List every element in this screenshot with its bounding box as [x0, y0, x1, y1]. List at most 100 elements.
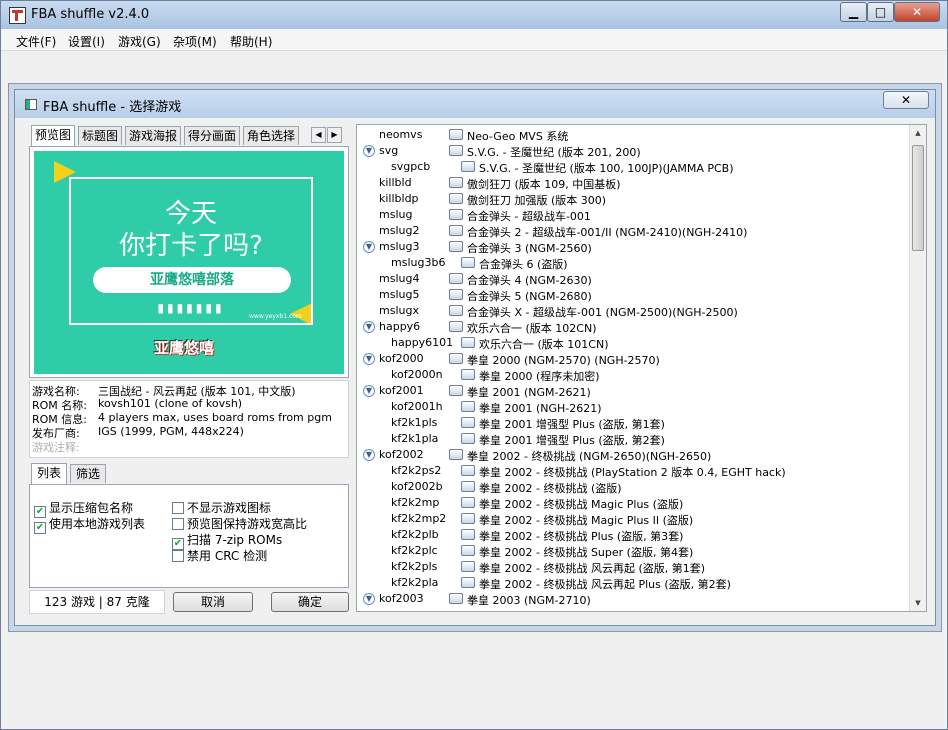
game-row[interactable]: mslug 合金弹头 - 超级战车-001: [357, 207, 909, 223]
menu-settings[interactable]: 设置(I): [68, 33, 105, 50]
disk-icon: [449, 449, 463, 460]
menu-misc[interactable]: 杂项(M): [173, 33, 217, 50]
game-row[interactable]: kof2002b 拳皇 2002 - 终极挑战 (盗版): [357, 479, 909, 495]
game-row[interactable]: ▼ svg S.V.G. - 圣魔世纪 (版本 201, 200): [357, 143, 909, 159]
menu-help[interactable]: 帮助(H): [230, 33, 272, 50]
disk-icon: [461, 481, 475, 492]
menu-game[interactable]: 游戏(G): [118, 33, 161, 50]
game-row[interactable]: kf2k1pla 拳皇 2001 增强型 Plus (盗版, 第2套): [357, 431, 909, 447]
minimize-button[interactable]: ▁: [840, 2, 867, 22]
tab-character[interactable]: 角色选择: [243, 126, 299, 145]
expand-toggle-icon[interactable]: ▼: [363, 145, 375, 157]
option-keep-aspect-ratio[interactable]: 预览图保持游戏宽高比: [172, 515, 307, 531]
rom-name: kof2000n: [391, 368, 443, 381]
game-row[interactable]: kf2k2pla 拳皇 2002 - 终极挑战 风云再起 Plus (盗版, 第2…: [357, 575, 909, 591]
dialog-close-button[interactable]: ✕: [883, 91, 929, 109]
menu-file[interactable]: 文件(F): [16, 33, 56, 50]
tab-poster[interactable]: 游戏海报: [125, 126, 181, 145]
game-row[interactable]: ▼ happy6 欢乐六合一 (版本 102CN): [357, 319, 909, 335]
game-title: 拳皇 2001 (NGH-2621): [479, 402, 602, 415]
maximize-button[interactable]: □: [867, 2, 894, 22]
game-row[interactable]: kf2k2pls 拳皇 2002 - 终极挑战 风云再起 (盗版, 第1套): [357, 559, 909, 575]
checkbox[interactable]: [172, 518, 184, 530]
game-row[interactable]: killbld 傲剑狂刀 (版本 109, 中国基板): [357, 175, 909, 191]
tab-title[interactable]: 标题图: [78, 126, 122, 145]
game-row[interactable]: mslug3b6 合金弹头 6 (盗版): [357, 255, 909, 271]
rom-name: kf2k2pla: [391, 576, 439, 589]
expand-toggle-icon[interactable]: ▼: [363, 449, 375, 461]
rom-name: mslug4: [379, 272, 420, 285]
scroll-up-arrow[interactable]: ▲: [910, 125, 926, 141]
game-row[interactable]: mslug5 合金弹头 5 (NGM-2680): [357, 287, 909, 303]
rom-name: svg: [379, 144, 399, 157]
dialog-title-bar[interactable]: FBA shuffle - 选择游戏 ✕: [15, 90, 935, 118]
tab-list[interactable]: 列表: [31, 463, 67, 484]
window-title: FBA shuffle v2.4.0: [31, 7, 150, 22]
game-row[interactable]: mslug2 合金弹头 2 - 超级战车-001/II (NGM-2410)(NG…: [357, 223, 909, 239]
checkbox[interactable]: ✔: [34, 522, 46, 534]
tab-filter[interactable]: 筛选: [70, 464, 106, 483]
list-scrollbar[interactable]: ▲ ▼: [909, 125, 926, 611]
preview-panel: 今天 你打卡了吗? 亚鹰悠嘻部落 ▮▮▮▮▮▮▮ www.yeyxb1.com …: [29, 146, 349, 378]
game-row[interactable]: killbldp 傲剑狂刀 加强版 (版本 300): [357, 191, 909, 207]
game-row[interactable]: ▼ mslug3 合金弹头 3 (NGM-2560): [357, 239, 909, 255]
ok-button[interactable]: 确定: [271, 592, 349, 612]
game-list[interactable]: neomvs Neo-Geo MVS 系统 ▼ svg S.V.G. - 圣魔世纪 (版…: [356, 124, 927, 612]
checkbox[interactable]: [172, 502, 184, 514]
game-row[interactable]: kof2001h 拳皇 2001 (NGH-2621): [357, 399, 909, 415]
main-title-bar[interactable]: FBA shuffle v2.4.0 ▁ □ ✕: [1, 1, 947, 29]
option-label: 显示压缩包名称: [49, 501, 134, 515]
game-row[interactable]: svgpcb S.V.G. - 圣魔世纪 (版本 100, 100JP)(JAMM…: [357, 159, 909, 175]
game-row[interactable]: kf2k2plc 拳皇 2002 - 终极挑战 Super (盗版, 第4套): [357, 543, 909, 559]
rom-name: svgpcb: [391, 160, 431, 173]
close-button[interactable]: ✕: [894, 2, 940, 22]
game-title: Neo-Geo MVS 系统: [467, 130, 569, 143]
disk-icon: [449, 145, 463, 156]
game-row[interactable]: mslug4 合金弹头 4 (NGM-2630): [357, 271, 909, 287]
game-row[interactable]: kf2k1pls 拳皇 2001 增强型 Plus (盗版, 第1套): [357, 415, 909, 431]
expand-toggle-icon[interactable]: ▼: [363, 593, 375, 605]
game-row[interactable]: kf2k2ps2 拳皇 2002 - 终极挑战 (PlayStation 2 版本…: [357, 463, 909, 479]
game-row[interactable]: ▼ kof2000 拳皇 2000 (NGM-2570) (NGH-2570): [357, 351, 909, 367]
option-hide-game-icons[interactable]: 不显示游戏图标: [172, 499, 271, 515]
game-title: 拳皇 2001 增强型 Plus (盗版, 第2套): [479, 434, 665, 447]
checkbox[interactable]: [172, 550, 184, 562]
option-scan-7zip[interactable]: ✔ 扫描 7-zip ROMs: [172, 531, 282, 550]
disk-icon: [461, 545, 475, 556]
game-row[interactable]: ▼ kof2002 拳皇 2002 - 终极挑战 (NGM-2650)(NGH-26…: [357, 447, 909, 463]
rom-name: kf2k2ps2: [391, 464, 442, 477]
expand-toggle-icon[interactable]: ▼: [363, 385, 375, 397]
expand-toggle-icon[interactable]: ▼: [363, 321, 375, 333]
expand-toggle-icon[interactable]: ▼: [363, 353, 375, 365]
game-row[interactable]: kf2k2plb 拳皇 2002 - 终极挑战 Plus (盗版, 第3套): [357, 527, 909, 543]
scroll-down-arrow[interactable]: ▼: [910, 595, 926, 611]
game-row[interactable]: ▼ kof2001 拳皇 2001 (NGM-2621): [357, 383, 909, 399]
game-row[interactable]: kf2k2mp 拳皇 2002 - 终极挑战 Magic Plus (盗版): [357, 495, 909, 511]
option-local-game-list[interactable]: ✔ 使用本地游戏列表: [34, 515, 145, 534]
tab-scroll-left[interactable]: ◀: [311, 127, 326, 143]
game-row[interactable]: happy6101 欢乐六合一 (版本 101CN): [357, 335, 909, 351]
tab-scroll-right[interactable]: ▶: [327, 127, 342, 143]
select-game-dialog: FBA shuffle - 选择游戏 ✕ 预览图 标题图 游戏海报 得分画面 角…: [14, 89, 936, 626]
option-disable-crc[interactable]: 禁用 CRC 检测: [172, 547, 268, 563]
option-tabs: 列表 筛选: [29, 463, 349, 484]
options-panel: ✔ 显示压缩包名称 ✔ 使用本地游戏列表 不显示游戏图标 预览图保持游戏宽高比 ✔ 扫…: [29, 484, 349, 588]
scroll-thumb[interactable]: [912, 145, 924, 251]
option-label: 禁用 CRC 检测: [187, 549, 268, 563]
game-title: 合金弹头 4 (NGM-2630): [467, 274, 592, 287]
game-title: 拳皇 2002 - 终极挑战 Super (盗版, 第4套): [479, 546, 694, 559]
game-row[interactable]: neomvs Neo-Geo MVS 系统: [357, 127, 909, 143]
game-row[interactable]: kf2k2mp2 拳皇 2002 - 终极挑战 Magic Plus II (盗版…: [357, 511, 909, 527]
option-show-archive-name[interactable]: ✔ 显示压缩包名称: [34, 499, 134, 518]
rom-name: kof2003: [379, 592, 424, 605]
preview-image: 今天 你打卡了吗? 亚鹰悠嘻部落 ▮▮▮▮▮▮▮ www.yeyxb1.com …: [34, 151, 344, 374]
game-row[interactable]: ▼ kof2003 拳皇 2003 (NGM-2710): [357, 591, 909, 607]
game-title: S.V.G. - 圣魔世纪 (版本 100, 100JP)(JAMMA PCB): [479, 162, 734, 175]
tab-score[interactable]: 得分画面: [184, 126, 240, 145]
tab-preview[interactable]: 预览图: [31, 125, 75, 146]
game-row[interactable]: mslugx 合金弹头 X - 超级战车-001 (NGM-2500)(NGH-2…: [357, 303, 909, 319]
game-title: 拳皇 2003 (NGM-2710): [467, 594, 591, 607]
expand-toggle-icon[interactable]: ▼: [363, 241, 375, 253]
game-row[interactable]: kof2000n 拳皇 2000 (程序未加密): [357, 367, 909, 383]
cancel-button[interactable]: 取消: [173, 592, 253, 612]
